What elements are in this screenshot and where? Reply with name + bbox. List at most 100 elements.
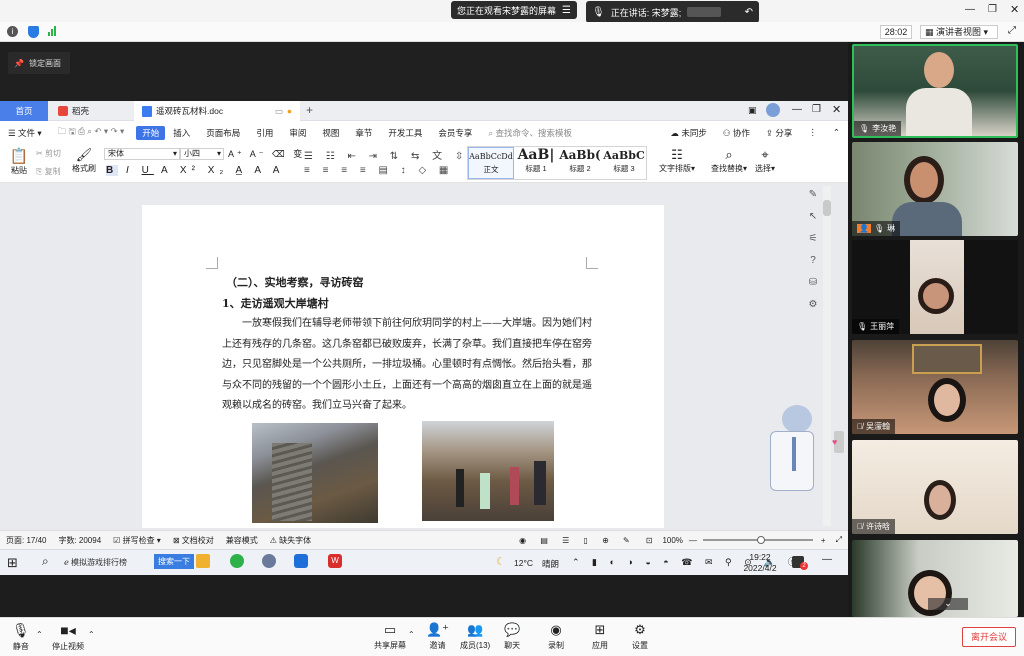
leave-meeting-button[interactable]: 离开会议: [962, 627, 1016, 647]
collapse-ribbon-icon[interactable]: ⌃: [825, 127, 848, 138]
menu-icon[interactable]: ☰: [562, 5, 571, 16]
style-heading1[interactable]: AaB| 标题 1: [514, 147, 558, 179]
search-command[interactable]: ⌕ 查找命令、搜索模板: [480, 127, 580, 139]
word-count[interactable]: 字数: 20094: [52, 535, 107, 546]
menu-view[interactable]: 视图: [314, 127, 347, 139]
expand-icon[interactable]: ⤢: [830, 535, 848, 545]
menu-developer[interactable]: 开发工具: [380, 127, 430, 139]
restore-icon[interactable]: ❐: [988, 4, 997, 15]
more-icon[interactable]: ⋮: [800, 127, 825, 138]
menu-review[interactable]: 审阅: [281, 127, 314, 139]
spell-check[interactable]: ☑ 拼写检查 ▾: [107, 535, 167, 546]
adjust-icon[interactable]: ⚟: [809, 233, 818, 244]
text-layout-button[interactable]: ☷ 文字排版▾: [656, 147, 698, 174]
find-replace-button[interactable]: ⌕ 查找替换▾: [708, 147, 750, 174]
signal-icon[interactable]: [48, 26, 56, 36]
taskbar-app-label[interactable]: ℯ 模拟游戏排行榜: [64, 557, 127, 568]
scrollbar-thumb[interactable]: [823, 200, 831, 216]
zoom-slider[interactable]: [702, 536, 813, 544]
wps-close-icon[interactable]: ✕: [832, 103, 841, 116]
video-tile-6[interactable]: ⌄: [852, 540, 1018, 617]
edit-icon[interactable]: ✎: [809, 189, 817, 200]
meeting-app-icon[interactable]: [294, 554, 308, 568]
fit-icon[interactable]: ⊡: [640, 536, 659, 545]
doc-proof[interactable]: ⊠ 文档校对: [167, 535, 220, 546]
weather-desc[interactable]: 晴朗: [542, 558, 559, 570]
chevron-down-icon[interactable]: ⌄: [928, 598, 968, 610]
settings-icon[interactable]: ⚙: [809, 299, 818, 310]
clock-time[interactable]: 19:22: [740, 552, 780, 562]
avatar[interactable]: [766, 103, 780, 117]
page-count[interactable]: 页面: 17/40: [0, 535, 52, 546]
font-select[interactable]: 宋体 ▾: [104, 148, 180, 160]
paragraph-tools-row1[interactable]: ☰ ☷ ⇤ ⇥ ⇅ ⇆ 文 ⇳ ¶: [304, 147, 486, 162]
compat-mode[interactable]: 兼容模式: [220, 535, 264, 546]
cut-button[interactable]: ✂ 剪切: [36, 148, 61, 159]
presenter-view-select[interactable]: ▦ 演讲者视图 ▾: [920, 25, 998, 39]
share-options-icon[interactable]: ⌃: [408, 630, 415, 639]
paste-button[interactable]: 📋 粘贴: [6, 147, 32, 176]
tab-options-icon[interactable]: ▭: [275, 106, 283, 117]
paragraph-tools-row2[interactable]: ≡ ≡ ≡ ≡ ▤ ↕ ◇ ▦: [304, 165, 453, 176]
video-tile-3[interactable]: 🎙 王丽萍: [852, 240, 1018, 334]
pointer-icon[interactable]: ↖: [809, 211, 817, 222]
video-options-icon[interactable]: ⌃: [88, 630, 95, 639]
info-icon[interactable]: i: [7, 26, 18, 37]
record-button[interactable]: ◉ 录制: [548, 622, 564, 651]
video-tile-1[interactable]: 🎙 李汝艳: [852, 44, 1018, 138]
menu-insert[interactable]: 插入: [165, 127, 198, 139]
lock-screen-button[interactable]: 📌 锁定画面: [8, 52, 70, 74]
settings-button[interactable]: ⚙ 设置: [632, 622, 648, 651]
missing-font[interactable]: ⚠ 缺失字体: [264, 535, 317, 546]
clock-date[interactable]: 2022/4/2: [740, 563, 780, 573]
weather-temp[interactable]: 12°C: [514, 558, 533, 568]
font-tools-row1[interactable]: A⁺ A⁻ ⌫ 变: [228, 147, 305, 160]
quick-access-icons[interactable]: 🗀 🖫 ⎙ ⌕ ↶ ▾ ↷ ▾: [50, 126, 133, 140]
collab-button[interactable]: ⚇ 协作: [715, 127, 758, 139]
backup-icon[interactable]: ⛁: [809, 277, 817, 288]
menu-page-layout[interactable]: 页面布局: [198, 127, 248, 139]
menu-file[interactable]: ☰ 文件 ▾: [0, 127, 50, 139]
undo-icon[interactable]: ↶: [745, 7, 753, 18]
wps-icon[interactable]: W: [328, 554, 342, 568]
invite-button[interactable]: 👤⁺ 邀请: [426, 622, 449, 651]
taskbar-search-button[interactable]: 搜索一下: [154, 554, 194, 569]
tab-doc[interactable]: 遥观砖瓦材料.doc ▭ ●: [134, 101, 300, 121]
mute-options-icon[interactable]: ⌃: [36, 630, 43, 639]
taskbar-minimize-icon[interactable]: —: [822, 554, 832, 565]
video-tile-2[interactable]: 👤 🎙 琳: [852, 142, 1018, 236]
share-screen-button[interactable]: ▭ 共享屏幕: [374, 622, 406, 651]
apps-button[interactable]: ⊞ 应用: [592, 622, 608, 651]
font-tools-row2[interactable]: B I U A X² X₂ A̲ A A: [106, 165, 284, 176]
chat-button[interactable]: 💬 聊天: [504, 622, 520, 651]
view-mode-icons[interactable]: ◉ ▤ ☰ ▯ ⊕ ✎: [515, 536, 640, 545]
font-size-select[interactable]: 小四 ▾: [180, 148, 224, 160]
style-heading2[interactable]: AaBb(标题 2: [558, 147, 602, 179]
viewing-banner[interactable]: 您正在观看宋梦露的屏幕 ☰: [451, 1, 577, 19]
taskbar-search-icon[interactable]: ⌕: [42, 554, 49, 569]
video-tile-5[interactable]: 🎙̸ 许诗晗: [852, 440, 1018, 534]
file-explorer-icon[interactable]: [196, 554, 210, 568]
select-button[interactable]: ⌖ 选择▾: [752, 147, 778, 174]
mute-button[interactable]: 🎙 静音: [12, 622, 30, 652]
sidebar-toggle-icon[interactable]: ▣: [748, 105, 757, 116]
zoom-value[interactable]: 100%: [658, 536, 686, 545]
video-tile-4[interactable]: 🎙̸ 吴濛翰: [852, 340, 1018, 434]
members-button[interactable]: 👥 成员(13): [460, 622, 490, 651]
windows-start-icon[interactable]: ⊞: [7, 555, 18, 571]
menu-chapter[interactable]: 章节: [347, 127, 380, 139]
shield-icon[interactable]: [28, 26, 39, 38]
close-icon[interactable]: ✕: [1010, 3, 1019, 16]
tab-docer[interactable]: 稻壳: [50, 101, 132, 121]
format-painter-button[interactable]: 🖌 格式刷: [70, 147, 98, 174]
browser-icon[interactable]: [230, 554, 244, 568]
style-normal[interactable]: AaBbCcDd 正文: [468, 147, 514, 179]
stop-video-button[interactable]: ■◂ 停止视频: [52, 622, 84, 652]
help-icon[interactable]: ?: [810, 255, 816, 266]
new-tab-icon[interactable]: +: [306, 103, 313, 117]
sync-status[interactable]: ☁ 未同步: [662, 127, 714, 139]
style-heading3[interactable]: AaBbC 标题 3: [602, 147, 646, 179]
zoom-slider-knob[interactable]: [756, 536, 765, 544]
wps-restore-icon[interactable]: ❐: [812, 104, 821, 115]
wps-minimize-icon[interactable]: —: [792, 104, 802, 115]
